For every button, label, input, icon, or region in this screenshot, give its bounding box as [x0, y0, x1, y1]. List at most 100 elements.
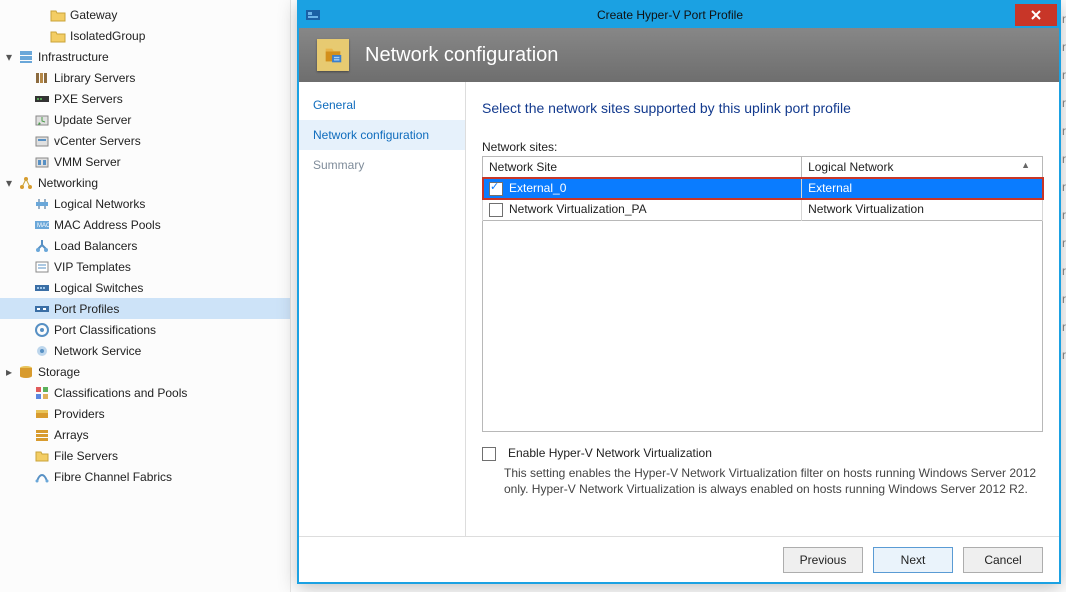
tree-item-label: File Servers [54, 449, 286, 463]
tree-item-label: Gateway [70, 8, 286, 22]
tree-item-vip-templates[interactable]: VIP Templates [0, 256, 290, 277]
workspace-canvas: rrrrrrrrrrrrr Create Hyper-V Port Profil… [291, 0, 1066, 592]
step-summary[interactable]: Summary [299, 150, 465, 180]
step-network-configuration[interactable]: Network configuration [299, 120, 465, 150]
providers-icon [34, 406, 50, 422]
tree-item-label: Arrays [54, 428, 286, 442]
banner-icon [317, 39, 349, 71]
tree-item-label: Providers [54, 407, 286, 421]
tree-item-label: PXE Servers [54, 92, 286, 106]
tree-item-isolatedgroup[interactable]: IsolatedGroup [0, 25, 290, 46]
tree-item-label: Classifications and Pools [54, 386, 286, 400]
wizard-steps: General Network configuration Summary [299, 82, 466, 536]
tree-item-vcenter-servers[interactable]: vCenter Servers [0, 130, 290, 151]
pxe-icon [34, 91, 50, 107]
tree-item-infrastructure[interactable]: ▾ Infrastructure [0, 46, 290, 67]
enable-hnv-hint: This setting enables the Hyper-V Network… [504, 465, 1043, 497]
table-row[interactable]: External_0External [483, 178, 1043, 199]
tree-item-label: Library Servers [54, 71, 286, 85]
tree-item-vmm-server[interactable]: VMM Server [0, 151, 290, 172]
dialog-banner: Network configuration [299, 28, 1059, 82]
arrays-icon [34, 427, 50, 443]
loadbal-icon [34, 238, 50, 254]
tree-item-mac-address-pools[interactable]: MAC MAC Address Pools [0, 214, 290, 235]
tree-item-label: Logical Networks [54, 197, 286, 211]
tree-item-label: IsolatedGroup [70, 29, 286, 43]
tree-item-label: MAC Address Pools [54, 218, 286, 232]
step-general[interactable]: General [299, 90, 465, 120]
tree-item-classifications-and-pools[interactable]: Classifications and Pools [0, 382, 290, 403]
service-icon [34, 343, 50, 359]
tree-item-providers[interactable]: Providers [0, 403, 290, 424]
update-icon [34, 112, 50, 128]
enable-hnv-checkbox[interactable] [482, 447, 496, 461]
tree-item-pxe-servers[interactable]: PXE Servers [0, 88, 290, 109]
storage-icon [18, 364, 34, 380]
vmm-icon [34, 154, 50, 170]
fabric-tree[interactable]: Gateway IsolatedGroup ▾ Infrastructure Libra… [0, 0, 291, 592]
tree-item-network-service[interactable]: Network Service [0, 340, 290, 361]
table-empty-area [482, 221, 1043, 432]
app-icon [305, 7, 321, 23]
sort-asc-icon: ▲ [1021, 160, 1030, 170]
table-label: Network sites: [482, 140, 1043, 154]
tree-item-label: Networking [38, 176, 286, 190]
dialog-titlebar[interactable]: Create Hyper-V Port Profile [299, 2, 1059, 28]
banner-title: Network configuration [365, 44, 558, 67]
tree-item-label: Port Profiles [54, 302, 286, 316]
tree-item-label: Storage [38, 365, 286, 379]
tree-item-storage[interactable]: ▸ Storage [0, 361, 290, 382]
row-checkbox[interactable] [489, 203, 503, 217]
tree-item-label: VMM Server [54, 155, 286, 169]
expander-icon[interactable]: ▸ [4, 367, 14, 377]
vip-icon [34, 259, 50, 275]
tree-item-label: Port Classifications [54, 323, 286, 337]
create-port-profile-dialog: Create Hyper-V Port Profile Network conf… [297, 0, 1061, 584]
tree-item-load-balancers[interactable]: Load Balancers [0, 235, 290, 256]
tree-item-gateway[interactable]: Gateway [0, 4, 290, 25]
library-icon [34, 70, 50, 86]
enable-hnv-option[interactable]: Enable Hyper-V Network Virtualization [482, 446, 1043, 461]
table-row[interactable]: Network Virtualization_PANetwork Virtual… [483, 199, 1043, 220]
previous-button[interactable]: Previous [783, 547, 863, 573]
cancel-button[interactable]: Cancel [963, 547, 1043, 573]
expander-icon[interactable]: ▾ [4, 178, 14, 188]
col-logical-network[interactable]: Logical Network▲ [802, 157, 1043, 178]
server-icon [18, 49, 34, 65]
tree-item-label: Fibre Channel Fabrics [54, 470, 286, 484]
instruction-text: Select the network sites supported by th… [482, 100, 1043, 116]
portclass-icon [34, 322, 50, 338]
svg-text:MAC: MAC [37, 223, 50, 229]
grid-markers: rrrrrrrrrrrrr [1062, 12, 1066, 362]
logicalnet-icon [34, 196, 50, 212]
tree-item-label: Update Server [54, 113, 286, 127]
portprofile-icon [34, 301, 50, 317]
tree-item-networking[interactable]: ▾ Networking [0, 172, 290, 193]
close-button[interactable] [1015, 4, 1057, 26]
tree-item-update-server[interactable]: Update Server [0, 109, 290, 130]
tree-item-file-servers[interactable]: File Servers [0, 445, 290, 466]
row-checkbox[interactable] [489, 182, 503, 196]
tree-item-port-classifications[interactable]: Port Classifications [0, 319, 290, 340]
mac-icon: MAC [34, 217, 50, 233]
network-sites-table[interactable]: Network Site Logical Network▲ External_0… [482, 156, 1043, 432]
tree-item-label: Logical Switches [54, 281, 286, 295]
tree-item-label: VIP Templates [54, 260, 286, 274]
next-button[interactable]: Next [873, 547, 953, 573]
vcenter-icon [34, 133, 50, 149]
tree-item-logical-networks[interactable]: Logical Networks [0, 193, 290, 214]
tree-item-label: Infrastructure [38, 50, 286, 64]
tree-item-port-profiles[interactable]: Port Profiles [0, 298, 290, 319]
classpool-icon [34, 385, 50, 401]
tree-item-library-servers[interactable]: Library Servers [0, 67, 290, 88]
fileservers-icon [34, 448, 50, 464]
expander-icon[interactable]: ▾ [4, 52, 14, 62]
cell-site: Network Virtualization_PA [509, 202, 647, 216]
tree-item-fibre-channel-fabrics[interactable]: Fibre Channel Fabrics [0, 466, 290, 487]
tree-item-logical-switches[interactable]: Logical Switches [0, 277, 290, 298]
tree-item-arrays[interactable]: Arrays [0, 424, 290, 445]
col-network-site[interactable]: Network Site [483, 157, 802, 178]
folder-icon [50, 7, 66, 23]
tree-item-label: vCenter Servers [54, 134, 286, 148]
tree-item-label: Network Service [54, 344, 286, 358]
